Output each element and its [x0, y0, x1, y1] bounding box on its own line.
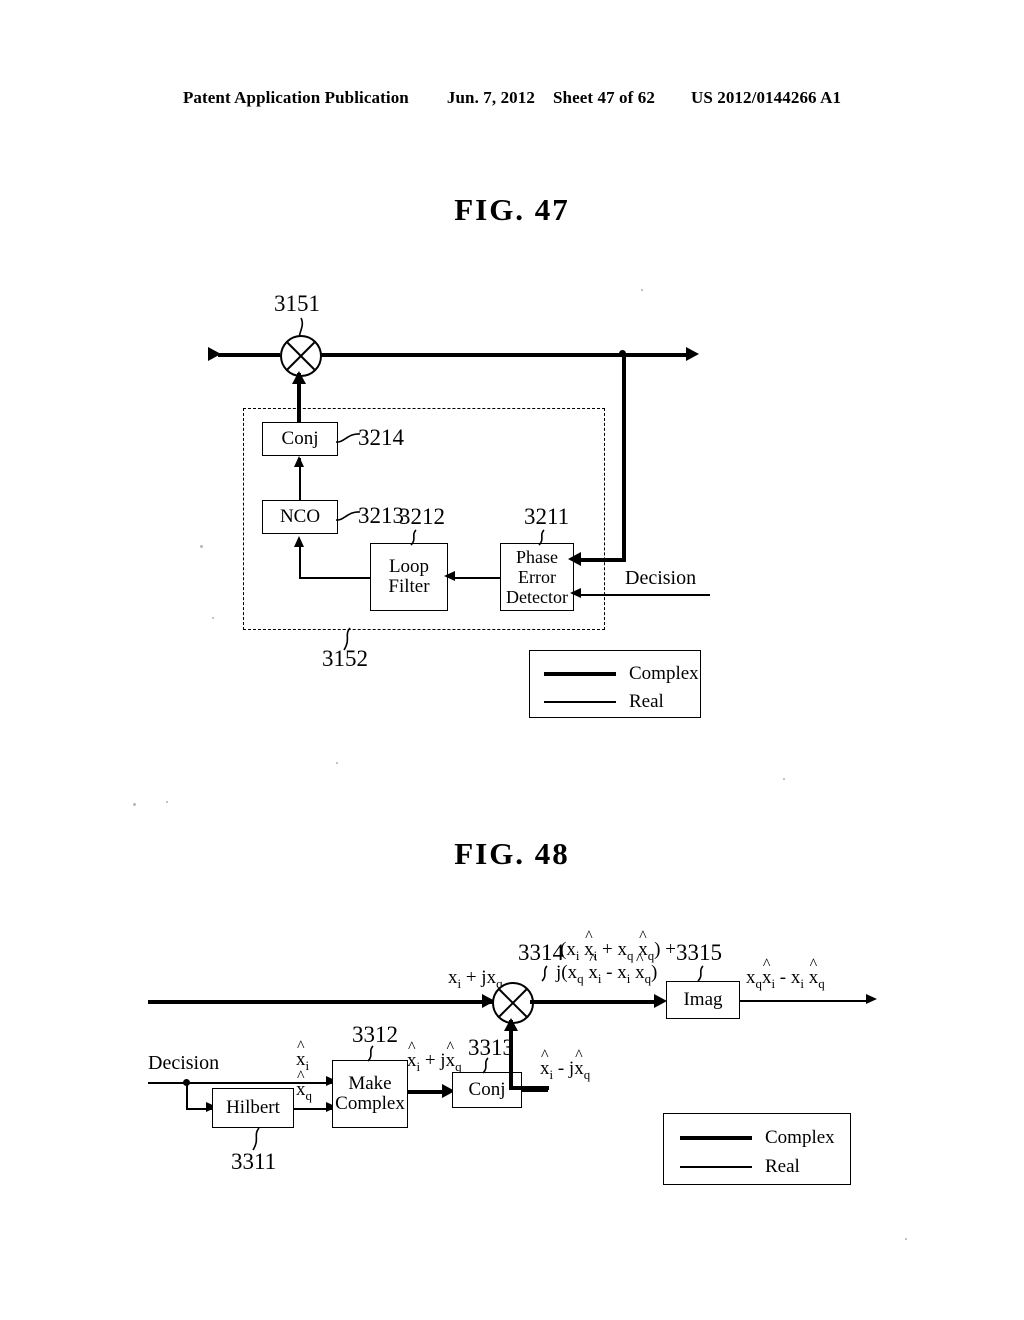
fig47-ped-label-2: Error [518, 566, 556, 587]
fig47-feedback-junction [619, 350, 626, 357]
page-header: Patent Application Publication Jun. 7, 2… [0, 88, 1024, 108]
fig48-legend-real-label: Real [765, 1156, 800, 1177]
fig47-output-line [318, 353, 690, 357]
fig48-decision-label: Decision [148, 1052, 220, 1074]
fig48-mult-to-imag-line [530, 1000, 658, 1004]
fig47-legend: Complex Real [529, 650, 701, 718]
fig47-lf-to-nco-arrow [294, 536, 304, 547]
fig47-legend-real-swatch [544, 701, 616, 703]
fig47-legend-complex-row: Complex [544, 663, 699, 685]
fig48-xq-hat-label: ^ xq [296, 1067, 312, 1103]
fig47-phase-error-detector-block: Phase Error Detector [500, 543, 574, 611]
scan-speckle [200, 545, 203, 548]
header-sheet: Sheet 47 of 62 [552, 88, 655, 107]
fig47-legend-complex-swatch [544, 672, 616, 676]
fig48-leader-3313 [479, 1057, 497, 1074]
fig48-leader-3312 [364, 1045, 382, 1062]
fig47-decision-label: Decision [625, 567, 697, 589]
fig48-ref-imag: 3315 [676, 940, 722, 965]
fig48-legend-complex-row: Complex [680, 1127, 835, 1149]
fig48-make-complex-label-2: Complex [335, 1093, 405, 1114]
fig48-conj-output-label: ^ xi - j ^ xq [540, 1046, 591, 1082]
fig47-output-arrow [686, 347, 699, 361]
fig48-ref-hilbert: 3311 [231, 1149, 277, 1174]
fig48-make-complex-block: Make Complex [332, 1060, 408, 1128]
scan-speckle [783, 778, 785, 780]
scan-speckle [905, 1238, 907, 1240]
fig47-leader-3212 [406, 529, 424, 546]
fig48-imag-block: Imag [666, 981, 740, 1019]
patent-figure-page: Patent Application Publication Jun. 7, 2… [0, 0, 1024, 1320]
fig47-ref-loop-filter: 3212 [399, 504, 445, 529]
fig48-product-expression-line2: j(xq ^ xi - xi ^ xq) [556, 950, 658, 986]
fig48-ref-make-complex: 3312 [352, 1022, 398, 1047]
fig47-ped-to-lf-arrow [444, 571, 455, 581]
fig47-ref-conj: 3214 [358, 425, 404, 450]
fig48-decision-branch-vertical [186, 1082, 188, 1109]
fig48-legend-real-row: Real [680, 1156, 800, 1178]
fig47-leader-3214 [335, 430, 362, 446]
fig47-feedback-vertical [622, 353, 626, 562]
fig48-legend-complex-swatch [680, 1136, 752, 1140]
fig47-decision-line [578, 594, 710, 596]
scan-speckle [166, 801, 168, 803]
fig48-leader-3314 [538, 965, 556, 982]
fig48-hilbert-block: Hilbert [212, 1088, 294, 1128]
scan-speckle [212, 617, 214, 619]
scan-speckle [133, 803, 136, 806]
fig47-feedback-horizontal [578, 558, 626, 562]
fig47-ped-label-1: Phase [516, 546, 558, 567]
fig47-ref-nco: 3213 [358, 503, 404, 528]
fig47-ped-to-lf-line [452, 577, 500, 579]
fig47-input-line [218, 353, 280, 357]
fig48-leader-3315 [694, 965, 712, 982]
fig47-title: FIG. 47 [454, 192, 570, 227]
scan-speckle [336, 762, 338, 764]
fig48-leader-3311 [248, 1127, 266, 1151]
header-publication: Patent Application Publication [182, 88, 409, 107]
fig48-output-line [740, 1000, 870, 1002]
fig47-legend-real-label: Real [629, 691, 664, 712]
fig47-loop-filter-label-1: Loop [388, 556, 430, 578]
fig47-loop-filter-block: Loop Filter [370, 543, 448, 611]
header-date: Jun. 7, 2012 [446, 88, 535, 107]
fig47-leader-3152 [338, 627, 358, 651]
fig48-make-complex-label-1: Make [348, 1073, 392, 1095]
fig47-nco-block: NCO [262, 500, 338, 534]
fig47-loop-filter-label-2: Filter [388, 576, 430, 597]
fig48-legend: Complex Real [663, 1113, 851, 1185]
fig47-legend-complex-label: Complex [629, 663, 699, 684]
fig47-decision-arrow [570, 588, 581, 598]
fig47-ref-phase-error-detector: 3211 [524, 504, 570, 529]
fig47-ped-label-3: Detector [506, 587, 568, 608]
fig47-input-arrow [208, 347, 221, 361]
fig47-leader-3213 [335, 508, 362, 524]
fig48-input-line [148, 1000, 492, 1004]
fig47-leader-3211 [534, 529, 552, 546]
fig48-output-label: xq ^ xi - xi ^ xq [746, 955, 825, 991]
fig48-conj-to-mult-arrow [504, 1018, 518, 1031]
fig47-conj-to-mult-arrow [292, 371, 306, 384]
fig48-input-label: xi + jxq [448, 967, 503, 991]
fig47-nco-to-conj-arrow [294, 456, 304, 467]
fig47-conj-block: Conj [262, 422, 338, 456]
header-patent-number: US 2012/0144266 A1 [690, 88, 842, 107]
fig47-ref-multiplier: 3151 [274, 291, 320, 316]
scan-speckle [641, 289, 643, 291]
fig48-output-arrow [866, 994, 877, 1004]
fig48-legend-complex-label: Complex [765, 1127, 835, 1148]
fig48-legend-real-swatch [680, 1166, 752, 1168]
fig48-conj-out-corner [509, 1086, 549, 1090]
fig47-legend-real-row: Real [544, 691, 664, 713]
fig47-feedback-arrow [568, 552, 581, 566]
fig48-title: FIG. 48 [454, 836, 570, 871]
fig47-lf-to-nco-horizontal [299, 577, 370, 579]
